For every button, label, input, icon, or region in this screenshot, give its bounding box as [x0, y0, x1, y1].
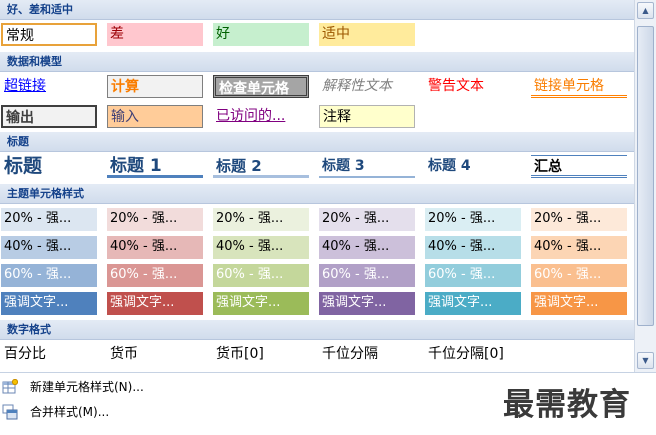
cell-style-swatch[interactable]: 货币: [107, 343, 203, 366]
scroll-up-button[interactable]: ▲: [637, 2, 654, 19]
cell-styles-gallery: 好、差和适中 常规差好适中数据和模型超链接 计算 检查单元格 解释性文本 警告文本 链接单元…: [0, 0, 656, 372]
scroll-down-button[interactable]: ▼: [637, 352, 654, 369]
cell-style-swatch[interactable]: 差: [107, 23, 203, 46]
cell-style-swatch[interactable]: 标题 4: [425, 155, 521, 178]
cell-style-swatch[interactable]: 40% - 强...: [531, 236, 627, 259]
cell-style-swatch[interactable]: 60% - 强...: [425, 264, 521, 287]
new-cell-style-label: 新建单元格样式(N)...: [30, 380, 144, 394]
cell-style-swatch[interactable]: 标题 1: [107, 155, 203, 178]
cell-style-swatch[interactable]: 40% - 强...: [1, 236, 97, 259]
cell-style-swatch[interactable]: 强调文字...: [425, 292, 521, 315]
cell-style-swatch[interactable]: 解释性文本: [319, 75, 415, 98]
cell-style-swatch[interactable]: 常规: [1, 23, 97, 46]
cell-style-swatch[interactable]: 20% - 强...: [1, 208, 97, 231]
cell-style-swatch[interactable]: 20% - 强...: [531, 208, 627, 231]
cell-style-swatch[interactable]: 60% - 强...: [531, 264, 627, 287]
gallery-scrollbar[interactable]: ▲ ▼: [634, 0, 656, 372]
cell-style-swatch[interactable]: 强调文字...: [107, 292, 203, 315]
section-header: 主题单元格样式: [0, 184, 634, 204]
merge-styles-icon: [2, 404, 18, 420]
new-cell-style-menu-item[interactable]: 新建单元格样式(N)...: [0, 375, 330, 399]
cell-style-swatch[interactable]: 输入: [107, 105, 203, 128]
cell-style-swatch[interactable]: 强调文字...: [1, 292, 97, 315]
cell-style-swatch[interactable]: 好: [213, 23, 309, 46]
cell-style-swatch[interactable]: 强调文字...: [319, 292, 415, 315]
cell-style-swatch[interactable]: 注释: [319, 105, 415, 128]
cell-style-swatch[interactable]: 40% - 强...: [319, 236, 415, 259]
section-header: 数据和模型: [0, 52, 634, 72]
cell-style-swatch[interactable]: 20% - 强...: [107, 208, 203, 231]
section-header: 数字格式: [0, 320, 634, 340]
section-header: 好、差和适中: [0, 0, 634, 20]
cell-style-swatch[interactable]: 40% - 强...: [213, 236, 309, 259]
cell-style-swatch[interactable]: 强调文字...: [531, 292, 627, 315]
cell-style-swatch[interactable]: 60% - 强...: [1, 264, 97, 287]
section-header: 标题: [0, 132, 634, 152]
cell-style-swatch[interactable]: 输出: [1, 105, 97, 128]
cell-style-swatch[interactable]: 警告文本: [425, 75, 521, 98]
cell-style-swatch[interactable]: 适中: [319, 23, 415, 46]
cell-style-swatch[interactable]: 20% - 强...: [319, 208, 415, 231]
cell-style-swatch[interactable]: 汇总: [531, 155, 627, 178]
cell-style-swatch[interactable]: 标题 3: [319, 155, 415, 178]
scroll-thumb[interactable]: [637, 26, 654, 326]
styles-menu-footer: 新建单元格样式(N)... 合并样式(M)... 最需教育: [0, 372, 656, 435]
watermark-text: 最需教育: [503, 387, 631, 423]
cell-style-swatch[interactable]: 千位分隔[0]: [425, 343, 521, 366]
cell-style-swatch[interactable]: 已访问的...: [213, 105, 309, 128]
cell-style-swatch[interactable]: 强调文字...: [213, 292, 309, 315]
cell-style-swatch[interactable]: 20% - 强...: [425, 208, 521, 231]
cell-style-swatch[interactable]: 标题: [1, 155, 97, 178]
cell-style-swatch[interactable]: 超链接: [1, 75, 97, 98]
cell-style-swatch[interactable]: 百分比: [1, 343, 97, 366]
cell-style-swatch[interactable]: 标题 2: [213, 155, 309, 178]
cell-style-swatch[interactable]: 60% - 强...: [107, 264, 203, 287]
cell-style-swatch[interactable]: 40% - 强...: [425, 236, 521, 259]
cell-style-swatch[interactable]: 计算: [107, 75, 203, 98]
cell-style-swatch[interactable]: 40% - 强...: [107, 236, 203, 259]
merge-styles-menu-item[interactable]: 合并样式(M)...: [0, 400, 330, 424]
cell-style-swatch[interactable]: 货币[0]: [213, 343, 309, 366]
cell-style-swatch[interactable]: 千位分隔: [319, 343, 415, 366]
cell-style-swatch[interactable]: 链接单元格: [531, 75, 627, 98]
new-style-icon: [2, 379, 18, 394]
cell-style-swatch[interactable]: 60% - 强...: [213, 264, 309, 287]
merge-styles-label: 合并样式(M)...: [30, 405, 110, 419]
cell-style-swatch[interactable]: 60% - 强...: [319, 264, 415, 287]
cell-style-swatch[interactable]: 检查单元格: [213, 75, 309, 98]
cell-style-swatch[interactable]: 20% - 强...: [213, 208, 309, 231]
